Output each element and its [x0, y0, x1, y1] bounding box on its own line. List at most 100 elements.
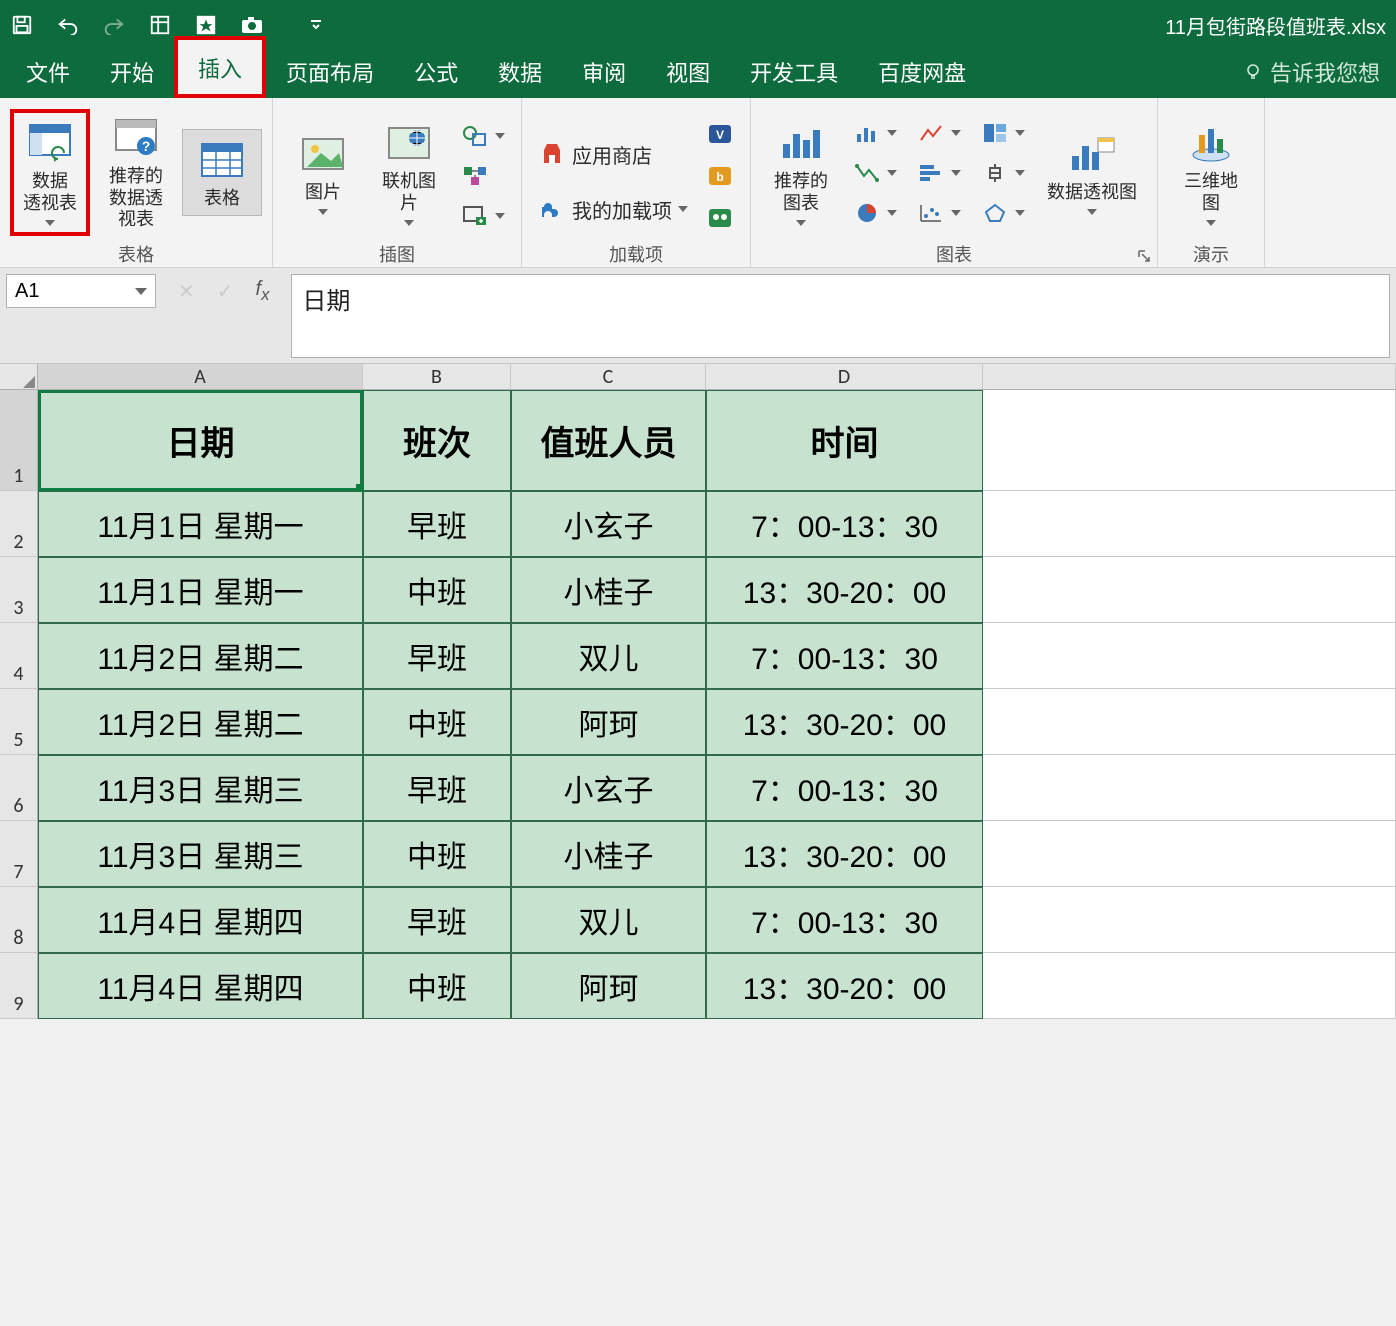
- cell-D7[interactable]: 13：30-20：00: [706, 821, 983, 887]
- column-chart-button[interactable]: [847, 115, 903, 151]
- cell-D3[interactable]: 13：30-20：00: [706, 557, 983, 623]
- cell-D9[interactable]: 13：30-20：00: [706, 953, 983, 1019]
- cell-A4[interactable]: 11月2日 星期二: [38, 623, 363, 689]
- cells-area[interactable]: 日期 班次 值班人员 时间 11月1日 星期一早班小玄子7：00-13：3011…: [38, 390, 1396, 1019]
- cell-A5[interactable]: 11月2日 星期二: [38, 689, 363, 755]
- tab-view[interactable]: 视图: [646, 44, 730, 98]
- tab-data[interactable]: 数据: [478, 44, 562, 98]
- tab-baidu[interactable]: 百度网盘: [858, 44, 986, 98]
- row-header-9[interactable]: 9: [0, 953, 38, 1019]
- cell-E4[interactable]: [983, 623, 1396, 689]
- line-chart-button[interactable]: [911, 115, 967, 151]
- cell-A8[interactable]: 11月4日 星期四: [38, 887, 363, 953]
- tab-file[interactable]: 文件: [6, 44, 90, 98]
- cell-E3[interactable]: [983, 557, 1396, 623]
- cell-E7[interactable]: [983, 821, 1396, 887]
- cell-E8[interactable]: [983, 887, 1396, 953]
- smartart-button[interactable]: [455, 158, 511, 194]
- hierarchy-chart-button[interactable]: [847, 155, 903, 191]
- tab-home[interactable]: 开始: [90, 44, 174, 98]
- cell-B3[interactable]: 中班: [363, 557, 511, 623]
- tab-insert[interactable]: 插入: [174, 36, 266, 98]
- redo-icon[interactable]: [102, 13, 126, 37]
- bing-addin-button[interactable]: b: [700, 158, 740, 194]
- cell-D8[interactable]: 7：00-13：30: [706, 887, 983, 953]
- cell-B7[interactable]: 中班: [363, 821, 511, 887]
- pivot-chart-button[interactable]: 数据透视图: [1037, 123, 1147, 223]
- cell-D2[interactable]: 7：00-13：30: [706, 491, 983, 557]
- select-all-corner[interactable]: [0, 364, 38, 389]
- col-header-rest[interactable]: [983, 364, 1396, 389]
- row-header-2[interactable]: 2: [0, 491, 38, 557]
- tab-formulas[interactable]: 公式: [394, 44, 478, 98]
- cell-B9[interactable]: 中班: [363, 953, 511, 1019]
- tab-dev[interactable]: 开发工具: [730, 44, 858, 98]
- cell-E6[interactable]: [983, 755, 1396, 821]
- col-header-A[interactable]: A: [38, 364, 363, 389]
- formula-enter-icon[interactable]: ✓: [217, 279, 234, 304]
- online-picture-button[interactable]: 联机图片: [369, 112, 449, 233]
- cell-B8[interactable]: 早班: [363, 887, 511, 953]
- my-addins-button[interactable]: 我的加载项: [532, 191, 694, 228]
- col-header-B[interactable]: B: [363, 364, 511, 389]
- row-header-6[interactable]: 6: [0, 755, 38, 821]
- qa-icon-1[interactable]: [148, 13, 172, 37]
- cell-C1[interactable]: 值班人员: [511, 390, 706, 491]
- insert-function-icon[interactable]: fx: [256, 278, 270, 305]
- pie-chart-button[interactable]: [847, 195, 903, 231]
- cell-C5[interactable]: 阿珂: [511, 689, 706, 755]
- customize-qa-icon[interactable]: [304, 13, 328, 37]
- cell-E9[interactable]: [983, 953, 1396, 1019]
- formula-bar[interactable]: 日期: [291, 274, 1390, 358]
- cell-C4[interactable]: 双儿: [511, 623, 706, 689]
- picture-button[interactable]: 图片: [283, 123, 363, 223]
- name-box-caret-icon[interactable]: [135, 288, 147, 295]
- cell-E2[interactable]: [983, 491, 1396, 557]
- cell-C8[interactable]: 双儿: [511, 887, 706, 953]
- cell-A3[interactable]: 11月1日 星期一: [38, 557, 363, 623]
- cell-D5[interactable]: 13：30-20：00: [706, 689, 983, 755]
- cell-C6[interactable]: 小玄子: [511, 755, 706, 821]
- scatter-chart-button[interactable]: [911, 195, 967, 231]
- cell-C3[interactable]: 小桂子: [511, 557, 706, 623]
- screenshot-button[interactable]: [455, 198, 511, 234]
- cell-A2[interactable]: 11月1日 星期一: [38, 491, 363, 557]
- visio-addin-button[interactable]: V: [700, 116, 740, 152]
- cell-B6[interactable]: 早班: [363, 755, 511, 821]
- cell-E1[interactable]: [983, 390, 1396, 491]
- undo-icon[interactable]: [56, 13, 80, 37]
- formula-cancel-icon[interactable]: ✕: [178, 279, 195, 304]
- map-chart-button[interactable]: [975, 115, 1031, 151]
- cell-C9[interactable]: 阿珂: [511, 953, 706, 1019]
- table-button[interactable]: 表格: [182, 129, 262, 217]
- recommended-pivot-button[interactable]: ? 推荐的 数据透视表: [96, 107, 176, 238]
- col-header-D[interactable]: D: [706, 364, 983, 389]
- cell-B4[interactable]: 早班: [363, 623, 511, 689]
- cell-E5[interactable]: [983, 689, 1396, 755]
- cell-B5[interactable]: 中班: [363, 689, 511, 755]
- cell-A7[interactable]: 11月3日 星期三: [38, 821, 363, 887]
- pivot-table-button[interactable]: 数据 透视表: [10, 109, 90, 236]
- cell-C7[interactable]: 小桂子: [511, 821, 706, 887]
- rec-charts-button[interactable]: 推荐的 图表: [761, 112, 841, 233]
- tab-review[interactable]: 审阅: [562, 44, 646, 98]
- tell-me[interactable]: 告诉我您想: [1234, 56, 1390, 98]
- people-addin-button[interactable]: [700, 200, 740, 236]
- row-header-1[interactable]: 1: [0, 390, 38, 491]
- cell-D6[interactable]: 7：00-13：30: [706, 755, 983, 821]
- dialog-launcher-icon[interactable]: [1137, 249, 1151, 263]
- cell-B2[interactable]: 早班: [363, 491, 511, 557]
- cell-A1[interactable]: 日期: [38, 390, 363, 491]
- map3d-button[interactable]: 三维地 图: [1168, 112, 1254, 233]
- cell-D4[interactable]: 7：00-13：30: [706, 623, 983, 689]
- shapes-button[interactable]: [455, 118, 511, 154]
- tab-layout[interactable]: 页面布局: [266, 44, 394, 98]
- row-header-4[interactable]: 4: [0, 623, 38, 689]
- row-header-8[interactable]: 8: [0, 887, 38, 953]
- row-header-5[interactable]: 5: [0, 689, 38, 755]
- name-box[interactable]: A1: [6, 274, 156, 308]
- statistic-chart-button[interactable]: [975, 155, 1031, 191]
- row-header-7[interactable]: 7: [0, 821, 38, 887]
- cell-A6[interactable]: 11月3日 星期三: [38, 755, 363, 821]
- radar-chart-button[interactable]: [975, 195, 1031, 231]
